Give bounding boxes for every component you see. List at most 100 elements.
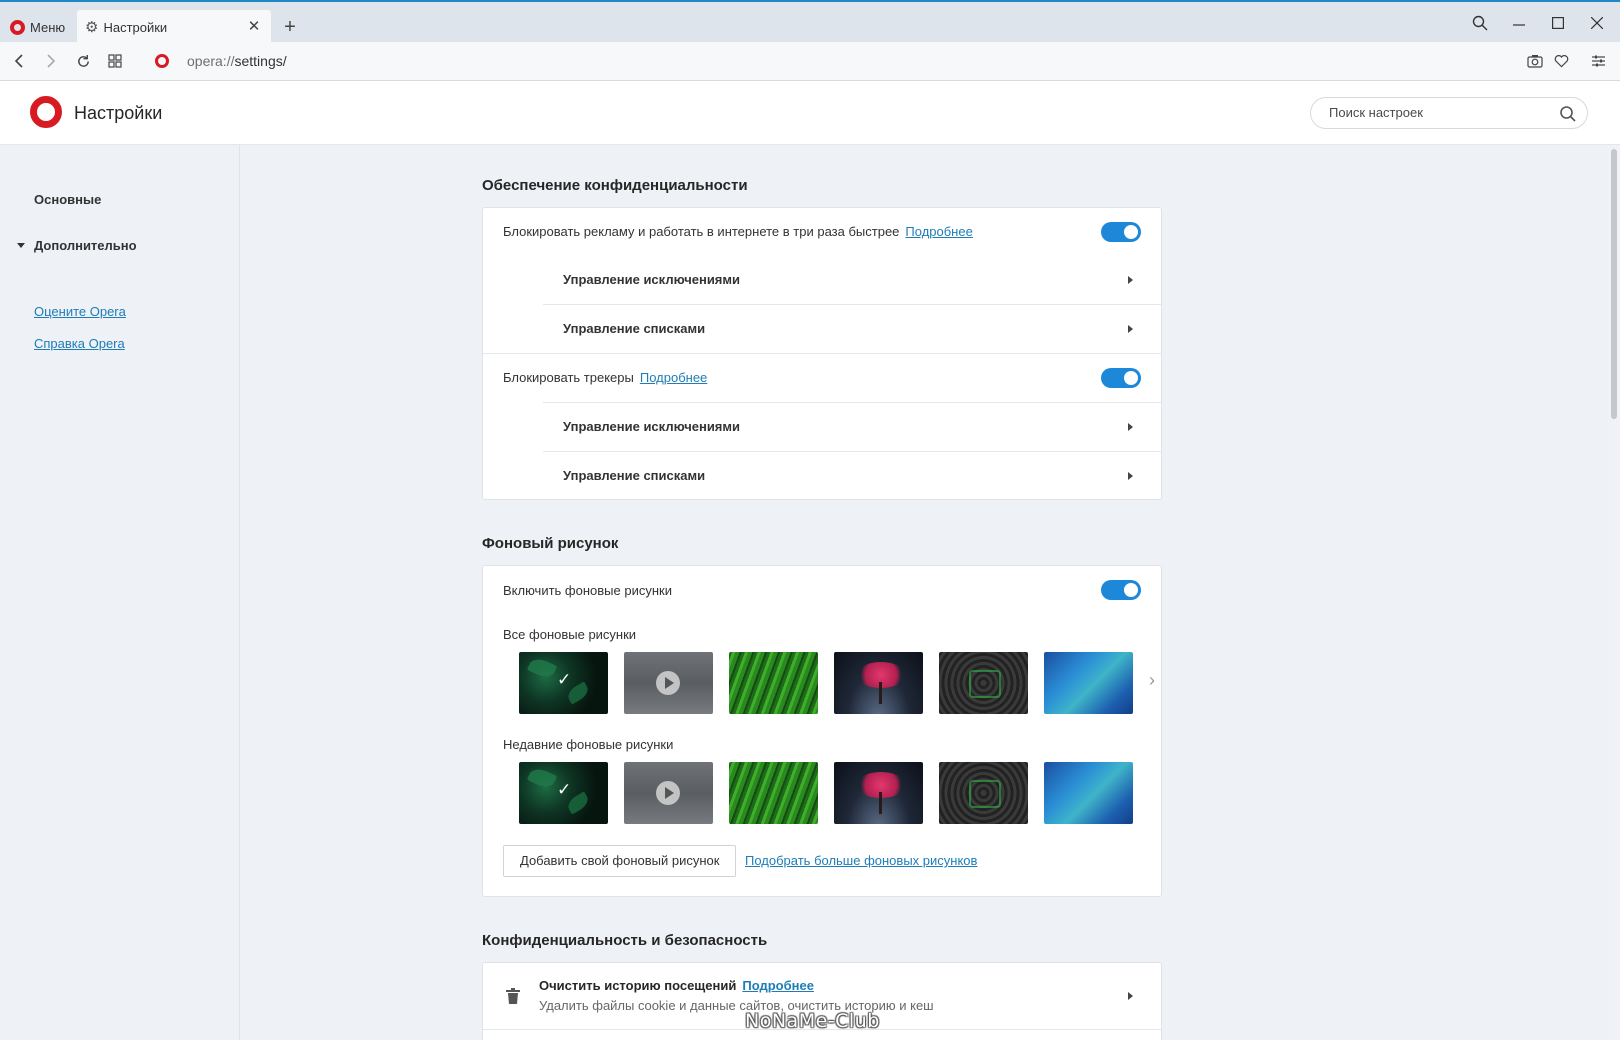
back-button[interactable]: [8, 50, 30, 72]
chevron-right-icon: [1128, 325, 1133, 333]
bookmark-heart-icon[interactable]: [1550, 50, 1572, 72]
trackers-manage-exceptions-row[interactable]: Управление исключениями: [483, 403, 1161, 451]
ads-manage-exceptions-label: Управление исключениями: [563, 272, 741, 287]
chevron-right-icon: [1128, 992, 1133, 1000]
wallpaper-title: Фоновый рисунок: [482, 535, 619, 552]
settings-header: Настройки: [0, 81, 1620, 145]
trackers-manage-lists-row[interactable]: Управление списками: [483, 452, 1161, 500]
block-trackers-toggle[interactable]: [1101, 368, 1141, 388]
wallpaper-thumb-leaves[interactable]: ✓: [519, 762, 608, 824]
scrollbar-thumb[interactable]: [1611, 149, 1617, 419]
clear-history-text: Очистить историю посещений Подробнее: [539, 978, 814, 993]
wallpaper-thumb-blue[interactable]: [1044, 762, 1133, 824]
forward-button[interactable]: [40, 50, 62, 72]
address-bar: opera://settings/: [0, 42, 1620, 81]
sidebar: Основные Дополнительно Оцените Opera Спр…: [0, 145, 240, 1040]
block-trackers-label: Блокировать трекеры: [503, 370, 634, 385]
block-ads-label: Блокировать рекламу и работать в интерне…: [503, 224, 900, 239]
caret-down-icon: [17, 243, 25, 249]
maximize-window-button[interactable]: [1543, 10, 1573, 36]
opera-logo-icon: [30, 96, 62, 128]
gear-icon: ⚙: [85, 18, 99, 36]
close-tab-icon[interactable]: ✕: [245, 18, 263, 36]
ads-manage-exceptions-row[interactable]: Управление исключениями: [483, 256, 1161, 304]
sidebar-item-advanced-label: Дополнительно: [34, 238, 137, 253]
more-wallpapers-link[interactable]: Подобрать больше фоновых рисунков: [745, 853, 977, 868]
privacy-protection-title: Обеспечение конфиденциальности: [482, 177, 748, 194]
page-title: Настройки: [74, 103, 163, 123]
chevron-right-icon: [1128, 423, 1133, 431]
url-field[interactable]: opera://settings/: [187, 53, 287, 69]
recent-wallpapers-label: Недавние фоновые рисунки: [503, 737, 674, 752]
tab-settings[interactable]: ⚙ Настройки ✕: [77, 10, 271, 44]
play-icon: [656, 781, 680, 805]
block-ads-toggle[interactable]: [1101, 222, 1141, 242]
search-tabs-icon[interactable]: [1465, 10, 1495, 36]
chevron-right-icon: [1128, 472, 1133, 480]
ads-manage-lists-row[interactable]: Управление списками: [483, 305, 1161, 353]
wallpaper-thumb-blue[interactable]: [1044, 652, 1133, 714]
wallpaper-thumb-rain[interactable]: [624, 652, 713, 714]
opera-logo-icon: [10, 19, 25, 35]
title-bar: Меню ⚙ Настройки ✕ +: [0, 0, 1620, 44]
add-wallpaper-button[interactable]: Добавить свой фоновый рисунок: [503, 845, 737, 877]
easy-setup-icon[interactable]: [1587, 50, 1609, 72]
trash-icon: [506, 988, 520, 1004]
opera-help-link[interactable]: Справка Opera: [34, 336, 125, 351]
block-trackers-more-link[interactable]: Подробнее: [640, 370, 707, 385]
tab-grid-icon[interactable]: [104, 50, 126, 72]
checkmark-icon: ✓: [557, 670, 572, 689]
wallpaper-thumb-tree[interactable]: [834, 762, 923, 824]
settings-search[interactable]: [1310, 97, 1588, 129]
menu-label: Меню: [30, 19, 66, 35]
enable-wallpaper-label: Включить фоновые рисунки: [503, 583, 672, 598]
clear-history-title: Очистить историю посещений: [539, 978, 737, 993]
clear-history-more-link[interactable]: Подробнее: [742, 978, 814, 993]
wallpaper-thumb-rain[interactable]: [624, 762, 713, 824]
tab-settings-label: Настройки: [103, 19, 168, 35]
search-icon[interactable]: [1559, 105, 1577, 123]
search-input[interactable]: [1329, 105, 1549, 120]
trackers-manage-exceptions-label: Управление исключениями: [563, 419, 741, 434]
privacy-security-title: Конфиденциальность и безопасность: [482, 932, 768, 949]
enable-wallpaper-row: Включить фоновые рисунки: [483, 566, 1161, 614]
new-tab-button[interactable]: +: [280, 14, 300, 40]
wallpapers-next-icon[interactable]: ›: [1149, 670, 1155, 691]
block-ads-row: Блокировать рекламу и работать в интерне…: [483, 208, 1161, 256]
watermark-text: NoNaMe-Club: [745, 1010, 880, 1032]
all-wallpapers-label: Все фоновые рисунки: [503, 627, 637, 642]
wallpaper-thumb-tree[interactable]: [834, 652, 923, 714]
wallpaper-card: Включить фоновые рисунки Все фоновые рис…: [482, 565, 1162, 897]
block-trackers-row: Блокировать трекеры Подробнее: [483, 354, 1161, 402]
sidebar-item-basic[interactable]: Основные: [34, 192, 101, 207]
snapshot-camera-icon[interactable]: [1524, 50, 1546, 72]
opera-site-icon: [155, 54, 169, 68]
enable-wallpaper-toggle[interactable]: [1101, 580, 1141, 600]
url-path: settings/: [234, 53, 287, 69]
reload-button[interactable]: [72, 50, 94, 72]
play-icon: [656, 671, 680, 695]
wallpaper-thumb-hex[interactable]: [939, 762, 1028, 824]
page-scrollbar[interactable]: [1608, 145, 1620, 1040]
ads-manage-lists-label: Управление списками: [563, 321, 706, 336]
all-wallpapers-list: ✓: [519, 652, 1133, 714]
all-wallpapers-heading: Все фоновые рисунки: [483, 627, 1161, 647]
recent-wallpapers-heading: Недавние фоновые рисунки: [483, 737, 1161, 757]
opera-menu-button[interactable]: Меню: [0, 10, 76, 44]
close-window-button[interactable]: [1582, 10, 1612, 36]
wallpaper-thumb-grass[interactable]: [729, 652, 818, 714]
block-ads-more-link[interactable]: Подробнее: [905, 224, 972, 239]
rate-opera-link[interactable]: Оцените Opera: [34, 304, 126, 319]
wallpaper-thumb-leaves[interactable]: ✓: [519, 652, 608, 714]
url-scheme: opera://: [187, 53, 235, 69]
wallpaper-thumb-grass[interactable]: [729, 762, 818, 824]
sidebar-item-advanced[interactable]: Дополнительно: [17, 238, 137, 253]
block-trackers-text: Блокировать трекеры Подробнее: [503, 370, 707, 385]
chevron-right-icon: [1128, 276, 1133, 284]
wallpaper-thumb-hex[interactable]: [939, 652, 1028, 714]
privacy-protection-card: Блокировать рекламу и работать в интерне…: [482, 207, 1162, 500]
block-ads-text: Блокировать рекламу и работать в интерне…: [503, 224, 973, 239]
trackers-manage-lists-label: Управление списками: [563, 468, 706, 483]
recent-wallpapers-list: ✓: [519, 762, 1133, 824]
minimize-window-button[interactable]: [1504, 10, 1534, 36]
